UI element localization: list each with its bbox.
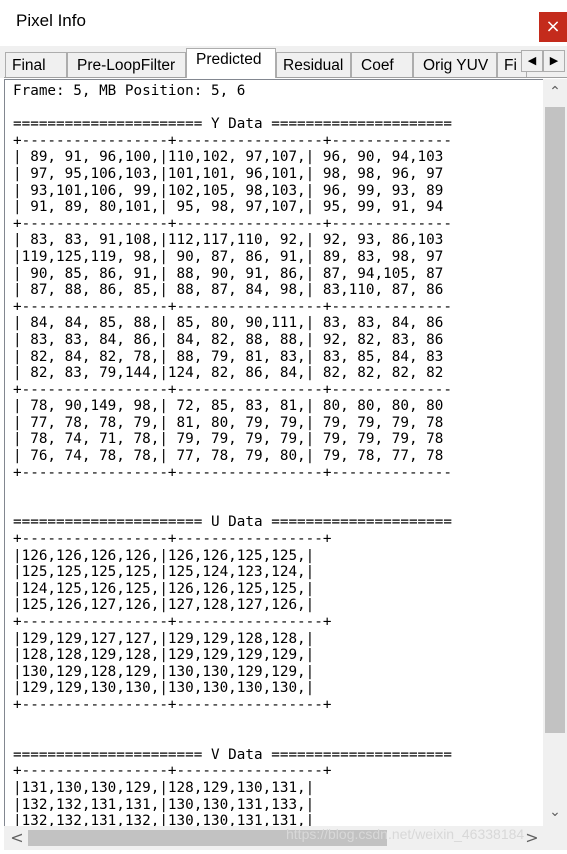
window-title: Pixel Info <box>16 11 86 30</box>
tab-strip-divider <box>4 77 567 78</box>
scrollbar-corner <box>543 826 567 850</box>
vertical-scrollbar[interactable]: ⌃ ⌄ <box>543 79 567 826</box>
tab-scroll-right-button[interactable]: ▶ <box>543 50 565 72</box>
tab-strip: Final Pre-LoopFilter Predicted Residual … <box>0 46 567 78</box>
tab-orig-yuv[interactable]: Orig YUV <box>413 52 497 77</box>
tab-final[interactable]: Final <box>5 52 67 77</box>
scroll-up-button[interactable]: ⌃ <box>543 81 567 103</box>
scroll-right-button[interactable]: > <box>521 826 543 850</box>
chevron-up-icon: ⌃ <box>549 84 561 100</box>
scroll-left-button[interactable]: < <box>6 826 28 850</box>
pixel-data-text: Frame: 5, MB Position: 5, 6 ============… <box>13 83 452 826</box>
tab-residual[interactable]: Residual <box>276 52 351 77</box>
pixel-info-panel[interactable]: Frame: 5, MB Position: 5, 6 ============… <box>4 79 567 826</box>
chevron-right-icon: > <box>525 828 539 847</box>
scroll-down-button[interactable]: ⌄ <box>543 801 567 823</box>
triangle-left-icon: ◀ <box>527 54 537 67</box>
chevron-down-icon: ⌄ <box>549 804 561 820</box>
watermark: https://blog.csdn.net/weixin_46338184 <box>286 826 525 842</box>
vertical-scroll-thumb[interactable] <box>545 107 565 733</box>
tab-scroll-left-button[interactable]: ◀ <box>521 50 543 72</box>
close-button[interactable]: × <box>539 12 567 42</box>
tab-coef[interactable]: Coef <box>351 52 413 77</box>
tab-pre-loopfilter[interactable]: Pre-LoopFilter <box>67 52 186 77</box>
tab-predicted[interactable]: Predicted <box>186 48 276 78</box>
title-bar: Pixel Info × <box>0 0 567 46</box>
triangle-right-icon: ▶ <box>549 54 559 67</box>
chevron-left-icon: < <box>10 828 24 847</box>
